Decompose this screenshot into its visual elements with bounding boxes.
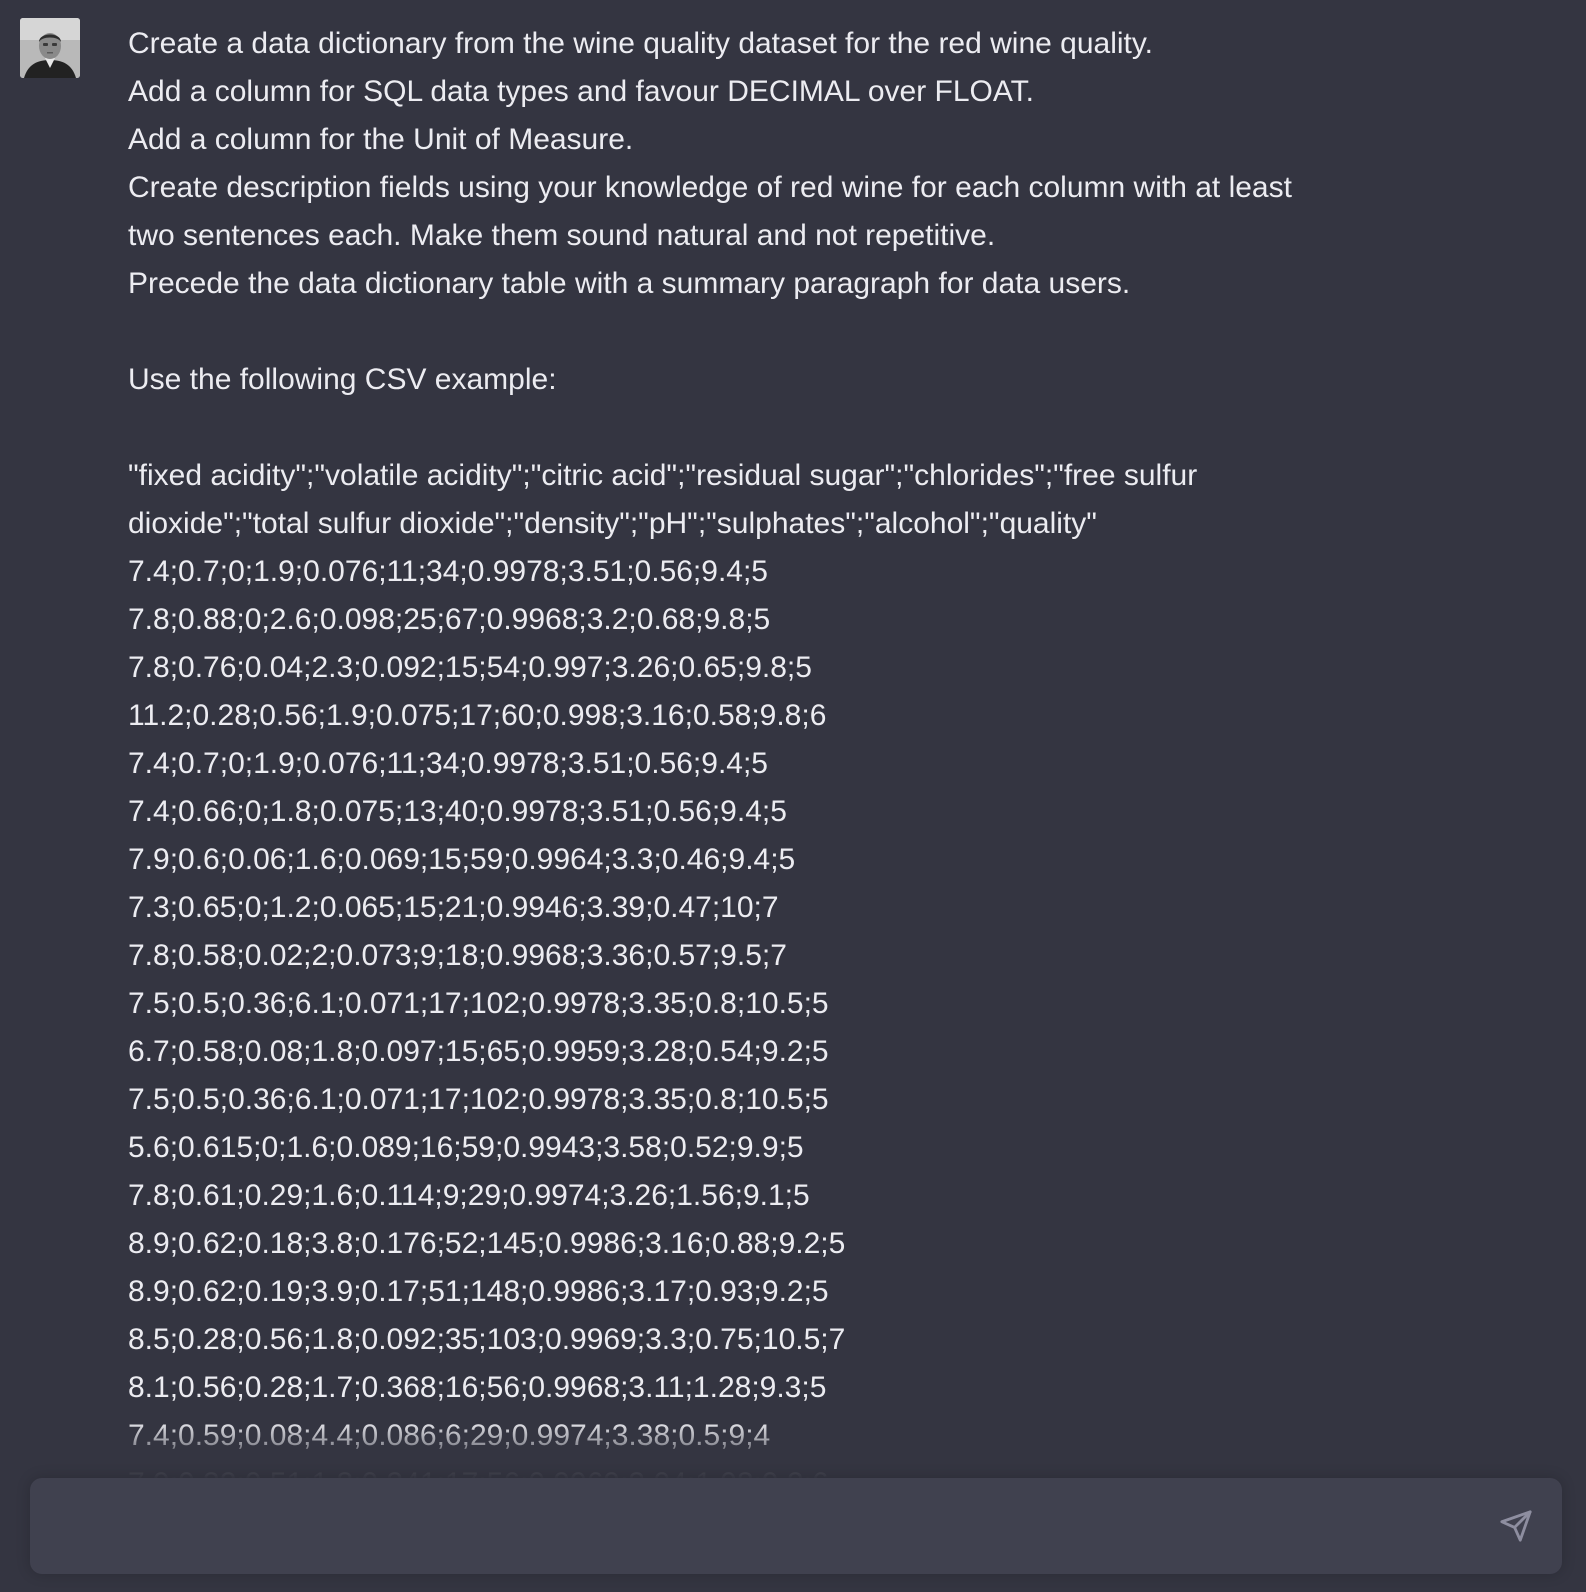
message-line: Precede the data dictionary table with a… — [128, 267, 1131, 300]
message-line: 5.6;0.615;0;1.6;0.089;16;59;0.9943;3.58;… — [128, 1131, 804, 1164]
message-line: two sentences each. Make them sound natu… — [128, 219, 996, 252]
message-line: 7.9;0.6;0.06;1.6;0.069;15;59;0.9964;3.3;… — [128, 843, 796, 876]
message-line: Create description fields using your kno… — [128, 171, 1292, 204]
message-line: 7.8;0.76;0.04;2.3;0.092;15;54;0.997;3.26… — [128, 651, 812, 684]
message-line: 6.7;0.58;0.08;1.8;0.097;15;65;0.9959;3.2… — [128, 1035, 829, 1068]
message-line: 7.4;0.7;0;1.9;0.076;11;34;0.9978;3.51;0.… — [128, 555, 768, 588]
send-button[interactable] — [1496, 1506, 1536, 1546]
message-line: Add a column for SQL data types and favo… — [128, 75, 1034, 108]
message-line: Use the following CSV example: — [128, 363, 557, 396]
avatar-photo-icon — [20, 18, 80, 78]
message-line: 7.4;0.66;0;1.8;0.075;13;40;0.9978;3.51;0… — [128, 795, 787, 828]
message-line: 8.5;0.28;0.56;1.8;0.092;35;103;0.9969;3.… — [128, 1323, 846, 1356]
message-line: Add a column for the Unit of Measure. — [128, 123, 634, 156]
message-text: Create a data dictionary from the wine q… — [128, 20, 1418, 1478]
message-line: 7.8;0.88;0;2.6;0.098;25;67;0.9968;3.2;0.… — [128, 603, 771, 636]
message-line: 7.9;0.32;0.51;1.8;0.341;17;56;0.9969;3.0… — [128, 1460, 1418, 1478]
message-line: Create a data dictionary from the wine q… — [128, 27, 1153, 60]
message-line: 8.1;0.56;0.28;1.7;0.368;16;56;0.9968;3.1… — [128, 1371, 827, 1404]
message-line: 8.9;0.62;0.18;3.8;0.176;52;145;0.9986;3.… — [128, 1227, 846, 1260]
message-line: 7.8;0.61;0.29;1.6;0.114;9;29;0.9974;3.26… — [128, 1179, 810, 1212]
message-line: 7.4;0.7;0;1.9;0.076;11;34;0.9978;3.51;0.… — [128, 747, 768, 780]
user-avatar — [20, 18, 80, 78]
message-line: 7.5;0.5;0.36;6.1;0.071;17;102;0.9978;3.3… — [128, 987, 829, 1020]
message-line: "fixed acidity";"volatile acidity";"citr… — [128, 459, 1198, 492]
user-message: Create a data dictionary from the wine q… — [0, 0, 1586, 1478]
message-line — [128, 404, 1418, 452]
message-line: dioxide";"total sulfur dioxide";"density… — [128, 507, 1097, 540]
message-line: 7.4;0.59;0.08;4.4;0.086;6;29;0.9974;3.38… — [128, 1419, 771, 1452]
message-line: 7.5;0.5;0.36;6.1;0.071;17;102;0.9978;3.3… — [128, 1083, 829, 1116]
chat-composer — [30, 1478, 1562, 1574]
message-line — [128, 308, 1418, 356]
message-input[interactable] — [54, 1504, 1458, 1552]
message-line: 7.8;0.58;0.02;2;0.073;9;18;0.9968;3.36;0… — [128, 939, 787, 972]
message-line: 11.2;0.28;0.56;1.9;0.075;17;60;0.998;3.1… — [128, 699, 827, 732]
message-line: 8.9;0.62;0.19;3.9;0.17;51;148;0.9986;3.1… — [128, 1275, 829, 1308]
send-icon — [1500, 1510, 1532, 1542]
message-line: 7.3;0.65;0;1.2;0.065;15;21;0.9946;3.39;0… — [128, 891, 779, 924]
